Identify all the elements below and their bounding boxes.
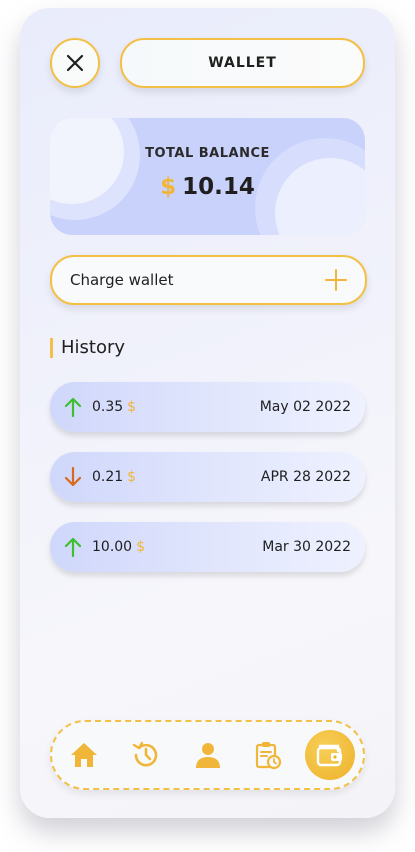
history-date: May 02 2022 (259, 399, 351, 415)
bottom-nav (50, 720, 365, 790)
close-icon (66, 54, 84, 72)
history-amount: 10.00 (92, 539, 133, 555)
arrow-up-icon (64, 397, 82, 417)
history-heading: History (50, 338, 125, 358)
arrow-up-icon (64, 537, 82, 557)
home-icon[interactable] (64, 735, 104, 775)
currency-symbol: $ (127, 399, 137, 415)
charge-wallet-label: Charge wallet (70, 271, 174, 289)
charge-wallet-button[interactable]: Charge wallet (50, 255, 367, 305)
history-amount: 0.35 (92, 399, 124, 415)
history-item[interactable]: 10.00 $ Mar 30 2022 (50, 522, 365, 572)
balance-card: TOTAL BALANCE $10.14 (50, 118, 365, 235)
history-amount: 0.21 (92, 469, 124, 485)
balance-value: 10.14 (182, 174, 255, 200)
plus-icon (325, 269, 347, 291)
currency-symbol: $ (127, 469, 137, 485)
profile-icon[interactable] (188, 735, 228, 775)
history-item[interactable]: 0.35 $ May 02 2022 (50, 382, 365, 432)
history-item[interactable]: 0.21 $ APR 28 2022 (50, 452, 365, 502)
history-date: APR 28 2022 (260, 469, 351, 485)
wallet-icon (316, 744, 342, 767)
clipboard-clock-icon[interactable] (248, 735, 288, 775)
page-title: WALLET (120, 38, 365, 88)
wallet-nav-button[interactable] (305, 730, 355, 780)
history-icon[interactable] (126, 735, 166, 775)
history-date: Mar 30 2022 (262, 539, 351, 555)
currency-symbol: $ (136, 539, 146, 555)
balance-amount: $10.14 (50, 174, 365, 200)
close-button[interactable] (50, 38, 100, 88)
balance-label: TOTAL BALANCE (145, 146, 270, 161)
history-heading-text: History (61, 337, 126, 358)
page-title-text: WALLET (208, 55, 277, 71)
currency-symbol: $ (160, 174, 177, 200)
phone-screen: WALLET TOTAL BALANCE $10.14 Charge walle… (20, 8, 395, 818)
arrow-down-icon (64, 467, 82, 487)
